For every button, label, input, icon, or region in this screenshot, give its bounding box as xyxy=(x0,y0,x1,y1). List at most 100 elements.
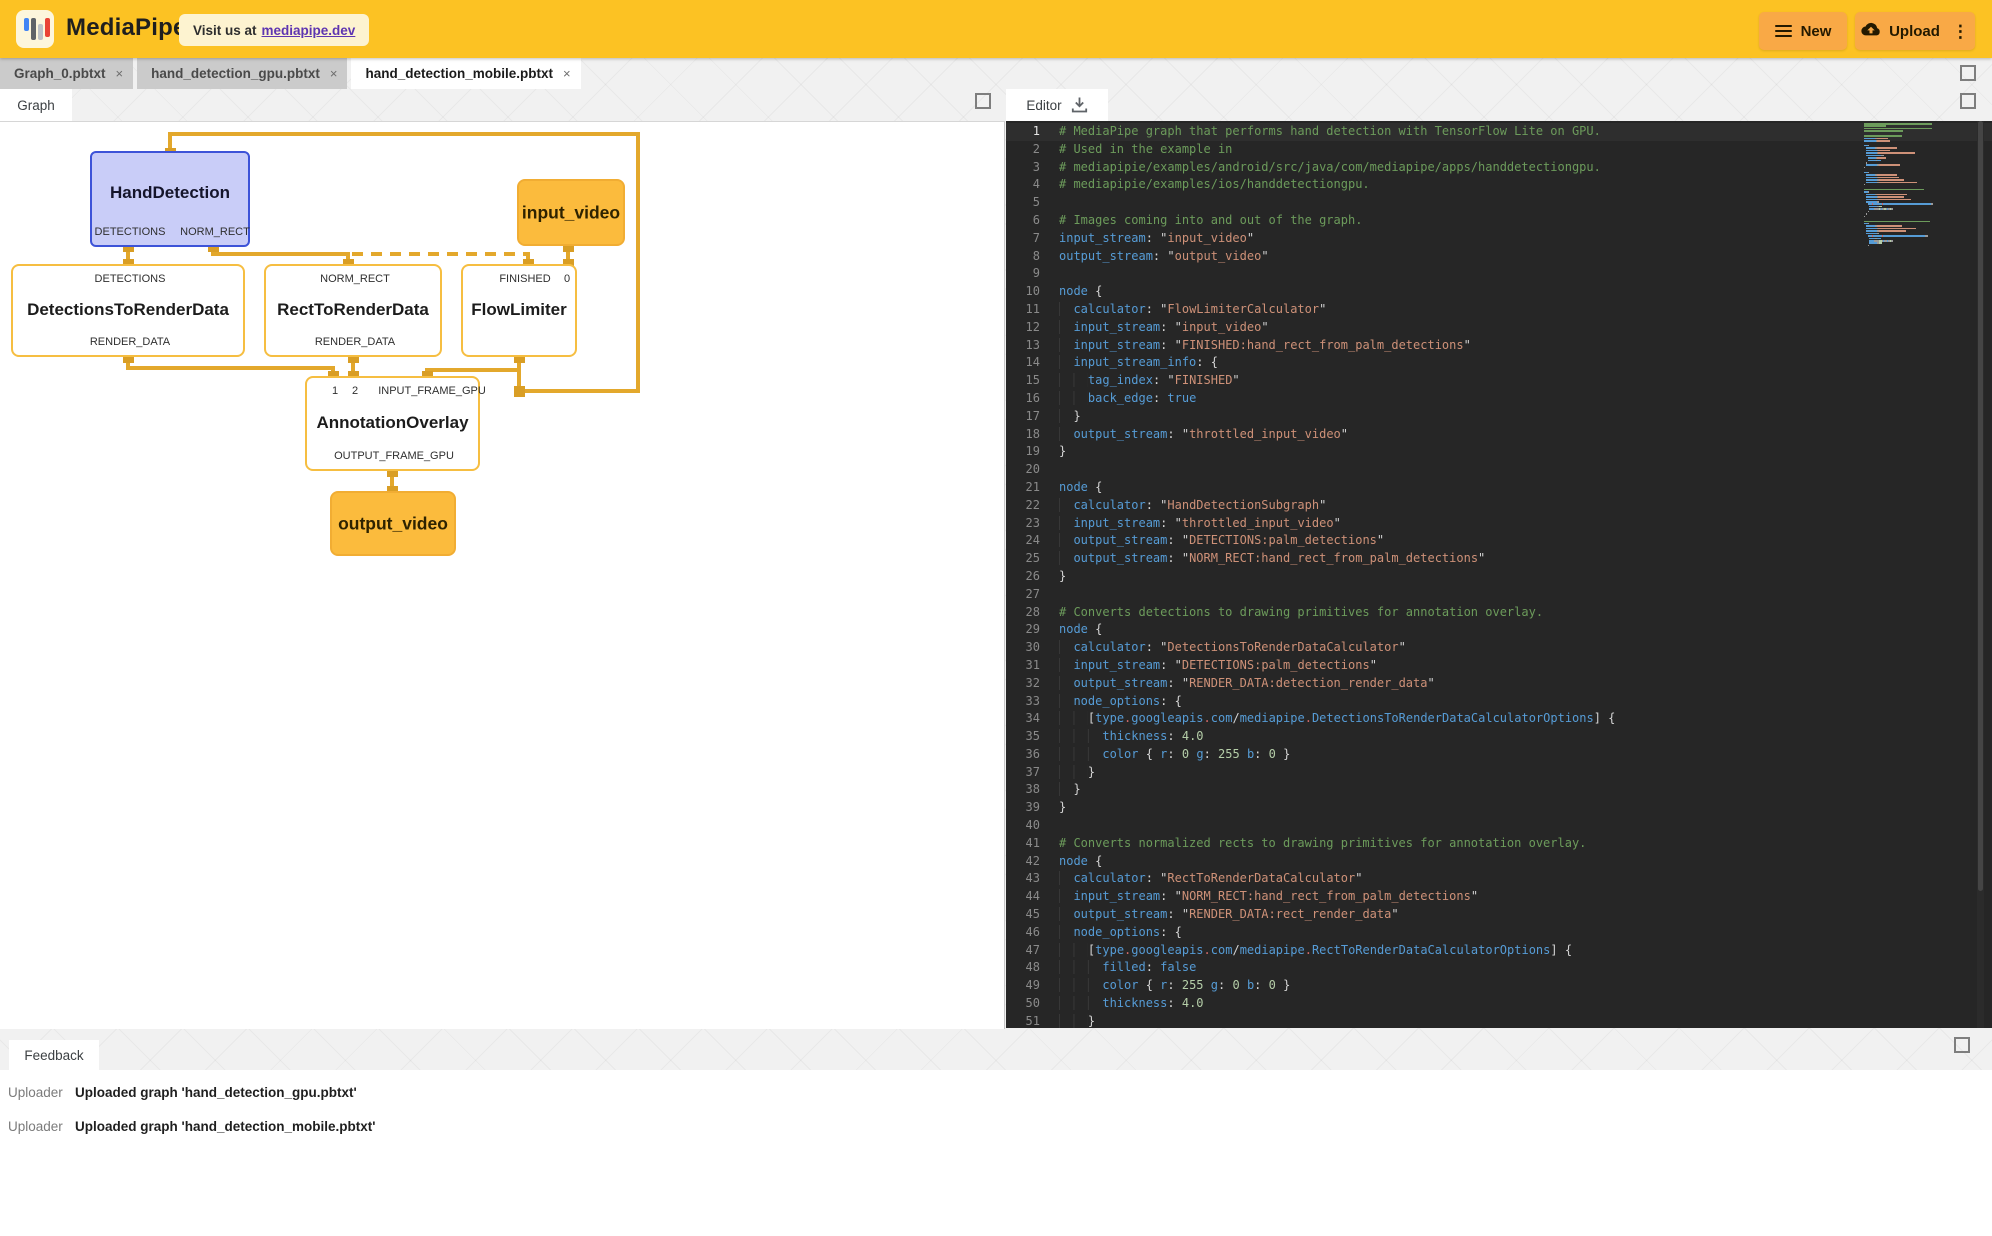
code-line-12[interactable]: 12 input_stream: "input_video" xyxy=(1006,319,1992,337)
code-line-35[interactable]: 35 thickness: 4.0 xyxy=(1006,728,1992,746)
code-line-15[interactable]: 15 tag_index: "FINISHED" xyxy=(1006,372,1992,390)
port-label: NORM_RECT xyxy=(180,226,250,238)
code-line-22[interactable]: 22 calculator: "HandDetectionSubgraph" xyxy=(1006,497,1992,515)
line-number: 21 xyxy=(1006,479,1056,497)
line-number: 11 xyxy=(1006,301,1056,319)
code-line-37[interactable]: 37 } xyxy=(1006,764,1992,782)
code-line-25[interactable]: 25 output_stream: "NORM_RECT:hand_rect_f… xyxy=(1006,550,1992,568)
port-label: 0 xyxy=(564,273,570,285)
code-line-30[interactable]: 30 calculator: "DetectionsToRenderDataCa… xyxy=(1006,639,1992,657)
code-line-29[interactable]: 29node { xyxy=(1006,621,1992,639)
code-line-5[interactable]: 5 xyxy=(1006,194,1992,212)
code-line-27[interactable]: 27 xyxy=(1006,586,1992,604)
code-line-48[interactable]: 48 filled: false xyxy=(1006,959,1992,977)
code-line-3[interactable]: 3# mediapipie/examples/android/src/java/… xyxy=(1006,159,1992,177)
graph-node-FlowLimiter[interactable]: FlowLimiterFINISHED0 xyxy=(461,264,577,357)
feedback-maximize-icon[interactable] xyxy=(1954,1037,1970,1053)
code-line-38[interactable]: 38 } xyxy=(1006,781,1992,799)
graph-node-DetectionsToRenderData[interactable]: DetectionsToRenderDataDETECTIONSRENDER_D… xyxy=(11,264,245,357)
code-line-11[interactable]: 11 calculator: "FlowLimiterCalculator" xyxy=(1006,301,1992,319)
file-tab-hand_detection_gpu.pbtxt[interactable]: hand_detection_gpu.pbtxt× xyxy=(137,58,347,89)
graph-node-HandDetection[interactable]: HandDetectionDETECTIONSNORM_RECT xyxy=(90,151,250,247)
code-line-46[interactable]: 46 node_options: { xyxy=(1006,924,1992,942)
kebab-menu-icon[interactable]: ⋮ xyxy=(1952,23,1969,40)
visit-link[interactable]: mediapipe.dev xyxy=(262,23,356,38)
tab-close-icon[interactable]: × xyxy=(330,66,338,81)
code-line-8[interactable]: 8output_stream: "output_video" xyxy=(1006,248,1992,266)
tab-close-icon[interactable]: × xyxy=(563,66,571,81)
code-line-19[interactable]: 19} xyxy=(1006,443,1992,461)
code-line-13[interactable]: 13 input_stream: "FINISHED:hand_rect_fro… xyxy=(1006,337,1992,355)
code-line-1[interactable]: 1# MediaPipe graph that performs hand de… xyxy=(1006,123,1992,141)
code-lines[interactable]: 1# MediaPipe graph that performs hand de… xyxy=(1006,123,1992,1028)
code-text: node_options: { xyxy=(1056,924,1182,942)
code-line-26[interactable]: 26} xyxy=(1006,568,1992,586)
editor-restore-icon[interactable] xyxy=(1960,65,1976,81)
tab-graph[interactable]: Graph xyxy=(0,89,72,121)
code-line-4[interactable]: 4# mediapipie/examples/ios/handdetection… xyxy=(1006,176,1992,194)
code-line-17[interactable]: 17 } xyxy=(1006,408,1992,426)
tab-feedback[interactable]: Feedback xyxy=(9,1040,99,1070)
node-title: FlowLimiter xyxy=(463,300,575,320)
tab-editor[interactable]: Editor xyxy=(1006,89,1108,121)
minimap[interactable] xyxy=(1864,123,1976,247)
new-button[interactable]: New xyxy=(1759,12,1847,50)
file-tab-hand_detection_mobile.pbtxt[interactable]: hand_detection_mobile.pbtxt× xyxy=(351,58,580,89)
graph-node-input_video[interactable]: input_video xyxy=(517,179,625,246)
code-line-49[interactable]: 49 color { r: 255 g: 0 b: 0 } xyxy=(1006,977,1992,995)
code-line-24[interactable]: 24 output_stream: "DETECTIONS:palm_detec… xyxy=(1006,532,1992,550)
code-line-9[interactable]: 9 xyxy=(1006,265,1992,283)
line-number: 4 xyxy=(1006,176,1056,194)
code-line-33[interactable]: 33 node_options: { xyxy=(1006,693,1992,711)
code-line-40[interactable]: 40 xyxy=(1006,817,1992,835)
code-line-6[interactable]: 6# Images coming into and out of the gra… xyxy=(1006,212,1992,230)
code-line-7[interactable]: 7input_stream: "input_video" xyxy=(1006,230,1992,248)
tab-close-icon[interactable]: × xyxy=(116,66,124,81)
code-line-45[interactable]: 45 output_stream: "RENDER_DATA:rect_rend… xyxy=(1006,906,1992,924)
graph-node-RectToRenderData[interactable]: RectToRenderDataNORM_RECTRENDER_DATA xyxy=(264,264,442,357)
editor-maximize-icon[interactable] xyxy=(1960,93,1976,109)
code-line-18[interactable]: 18 output_stream: "throttled_input_video… xyxy=(1006,426,1992,444)
file-tab-label: Graph_0.pbtxt xyxy=(14,66,106,81)
code-line-50[interactable]: 50 thickness: 4.0 xyxy=(1006,995,1992,1013)
line-number: 10 xyxy=(1006,283,1056,301)
graph-node-output_video[interactable]: output_video xyxy=(330,491,456,556)
code-editor[interactable]: 1# MediaPipe graph that performs hand de… xyxy=(1006,121,1992,1028)
port xyxy=(514,386,525,397)
code-line-42[interactable]: 42node { xyxy=(1006,853,1992,871)
line-number: 12 xyxy=(1006,319,1056,337)
graph-canvas[interactable]: HandDetectionDETECTIONSNORM_RECT input_vi… xyxy=(0,121,1005,1029)
code-line-32[interactable]: 32 output_stream: "RENDER_DATA:detection… xyxy=(1006,675,1992,693)
graph-node-AnnotationOverlay[interactable]: AnnotationOverlay12INPUT_FRAME_GPUOUTPUT… xyxy=(305,376,480,471)
file-tab-Graph_0.pbtxt[interactable]: Graph_0.pbtxt × xyxy=(0,58,133,89)
code-line-34[interactable]: 34 [type.googleapis.com/mediapipe.Detect… xyxy=(1006,710,1992,728)
code-line-44[interactable]: 44 input_stream: "NORM_RECT:hand_rect_fr… xyxy=(1006,888,1992,906)
graph-maximize-icon[interactable] xyxy=(975,93,991,109)
code-line-31[interactable]: 31 input_stream: "DETECTIONS:palm_detect… xyxy=(1006,657,1992,675)
port-label: RENDER_DATA xyxy=(315,336,395,348)
code-line-43[interactable]: 43 calculator: "RectToRenderDataCalculat… xyxy=(1006,870,1992,888)
code-line-41[interactable]: 41# Converts normalized rects to drawing… xyxy=(1006,835,1992,853)
code-text: tag_index: "FINISHED" xyxy=(1056,372,1240,390)
code-line-14[interactable]: 14 input_stream_info: { xyxy=(1006,354,1992,372)
code-line-23[interactable]: 23 input_stream: "throttled_input_video" xyxy=(1006,515,1992,533)
code-text: output_stream: "throttled_input_video" xyxy=(1056,426,1348,444)
code-line-10[interactable]: 10node { xyxy=(1006,283,1992,301)
upload-button[interactable]: Upload ⋮ xyxy=(1855,12,1975,50)
code-line-20[interactable]: 20 xyxy=(1006,461,1992,479)
code-line-51[interactable]: 51 } xyxy=(1006,1013,1992,1028)
download-icon[interactable] xyxy=(1071,96,1088,116)
code-line-21[interactable]: 21node { xyxy=(1006,479,1992,497)
line-number: 32 xyxy=(1006,675,1056,693)
code-line-2[interactable]: 2# Used in the example in xyxy=(1006,141,1992,159)
line-number: 47 xyxy=(1006,942,1056,960)
editor-scrollbar-thumb[interactable] xyxy=(1978,121,1983,891)
editor-scrollbar[interactable] xyxy=(1977,121,1984,1028)
code-line-39[interactable]: 39} xyxy=(1006,799,1992,817)
new-list-icon xyxy=(1775,22,1792,40)
code-line-16[interactable]: 16 back_edge: true xyxy=(1006,390,1992,408)
new-button-label: New xyxy=(1801,23,1832,40)
code-line-28[interactable]: 28# Converts detections to drawing primi… xyxy=(1006,604,1992,622)
code-line-36[interactable]: 36 color { r: 0 g: 255 b: 0 } xyxy=(1006,746,1992,764)
code-line-47[interactable]: 47 [type.googleapis.com/mediapipe.RectTo… xyxy=(1006,942,1992,960)
